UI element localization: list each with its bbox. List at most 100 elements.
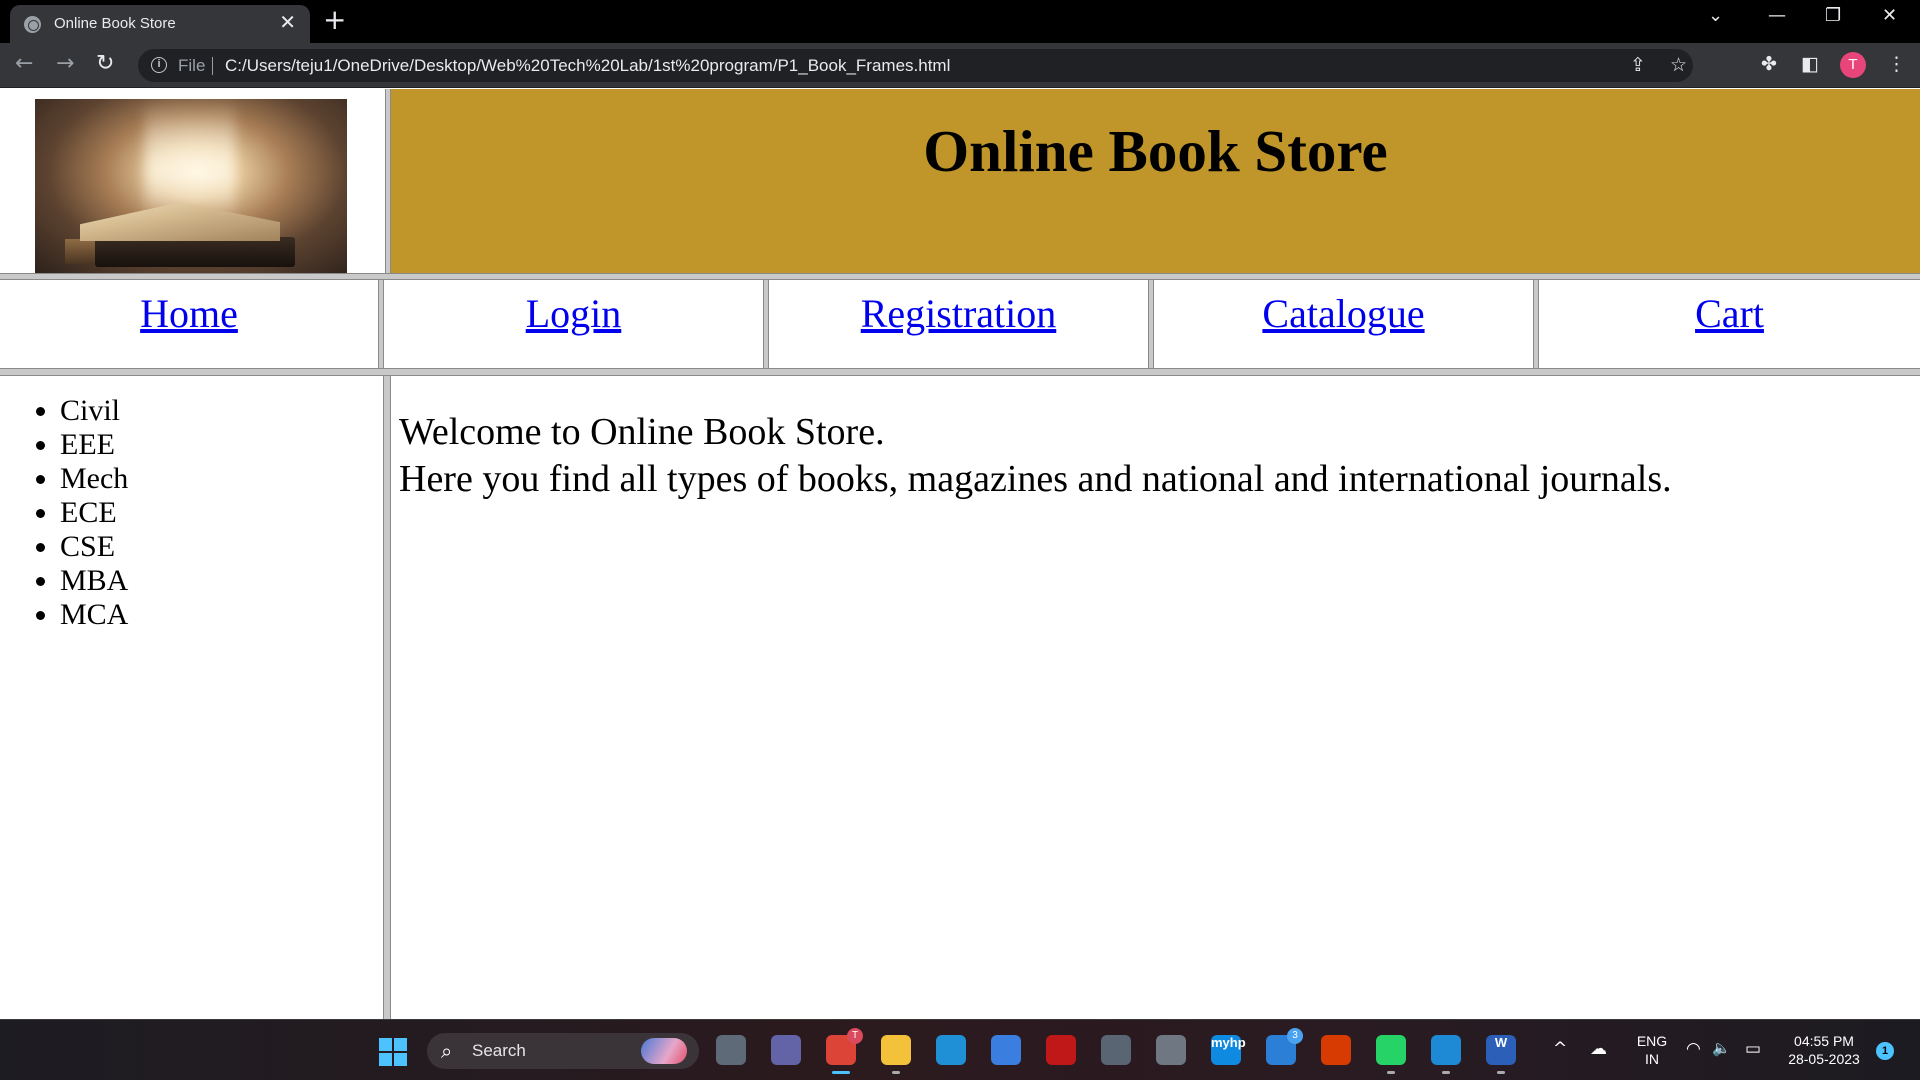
- url-separator: [212, 57, 213, 75]
- whatsapp-icon-label: [1376, 1035, 1406, 1065]
- task-view-icon-label: [716, 1035, 746, 1065]
- nav-link-cart[interactable]: Cart: [1539, 280, 1920, 337]
- running-indicator: [1387, 1071, 1395, 1074]
- search-icon: ⌕: [441, 1039, 453, 1063]
- url-scheme-label: File: [178, 56, 206, 75]
- taskbar-search-box[interactable]: ⌕ Search: [427, 1033, 699, 1069]
- open-book-image: [35, 99, 347, 273]
- branch-item-ece: ECE: [60, 496, 383, 530]
- nav-frame-cart: Cart: [1539, 280, 1920, 368]
- nav-link-login[interactable]: Login: [384, 280, 763, 337]
- reload-icon[interactable]: ↻: [96, 52, 114, 76]
- teams-chat-icon[interactable]: [771, 1035, 801, 1065]
- running-indicator: [832, 1071, 850, 1074]
- language-code: ENG: [1636, 1033, 1668, 1049]
- nav-frame-home: Home: [0, 280, 378, 368]
- close-tab-icon[interactable]: ✕: [279, 12, 296, 32]
- teams-chat-icon-label: [771, 1035, 801, 1065]
- page-viewport: Online Book Store Home Login Registratio…: [0, 89, 1920, 1019]
- myhp-icon[interactable]: myhp: [1211, 1035, 1246, 1065]
- show-hidden-icons-chevron[interactable]: ^: [1553, 1039, 1567, 1059]
- profile-avatar[interactable]: T: [1840, 52, 1866, 78]
- close-window-button[interactable]: ✕: [1882, 5, 1897, 26]
- nav-frame-registration: Registration: [769, 280, 1148, 368]
- office-icon[interactable]: [1321, 1035, 1351, 1065]
- browser-menu-icon[interactable]: ⋮: [1887, 53, 1906, 75]
- back-arrow-icon[interactable]: ←: [15, 52, 33, 76]
- welcome-heading-line: Welcome to Online Book Store.: [399, 411, 885, 453]
- whatsapp-icon[interactable]: [1376, 1035, 1406, 1074]
- settings-icon[interactable]: [1156, 1035, 1186, 1065]
- task-view-icon[interactable]: [716, 1035, 746, 1065]
- frame-divider[interactable]: [0, 368, 1920, 376]
- logo-frame: [0, 89, 385, 273]
- taskbar-clock[interactable]: 04:55 PM 28-05-2023: [1782, 1032, 1866, 1068]
- chrome-icon[interactable]: T: [826, 1028, 863, 1074]
- title-frame: Online Book Store: [391, 89, 1920, 273]
- edge-icon-label: [936, 1035, 966, 1065]
- settings-icon-label: [1156, 1035, 1186, 1065]
- minimize-button[interactable]: —: [1768, 5, 1786, 26]
- new-tab-button[interactable]: +: [323, 6, 346, 34]
- info-icon[interactable]: i: [151, 57, 167, 73]
- mcafee-icon[interactable]: [1046, 1035, 1076, 1065]
- branch-list: Civil EEE Mech ECE CSE MBA MCA: [60, 394, 383, 632]
- nav-link-catalogue[interactable]: Catalogue: [1154, 280, 1533, 337]
- url-text[interactable]: C:/Users/teju1/OneDrive/Desktop/Web%20Te…: [225, 56, 950, 76]
- chrome-badge: T: [847, 1028, 863, 1044]
- site-title: Online Book Store: [923, 118, 1388, 184]
- running-indicator: [892, 1071, 900, 1074]
- forward-arrow-icon[interactable]: →: [56, 52, 74, 76]
- clock-date: 28-05-2023: [1788, 1051, 1860, 1067]
- vscode-icon[interactable]: [1431, 1035, 1461, 1074]
- nav-frame-login: Login: [384, 280, 763, 368]
- clock-time: 04:55 PM: [1794, 1033, 1854, 1049]
- office-icon-label: [1321, 1035, 1351, 1065]
- share-icon[interactable]: ⇪: [1630, 54, 1646, 76]
- myhp-icon-label: myhp: [1211, 1035, 1246, 1050]
- notification-count-badge[interactable]: 1: [1876, 1042, 1894, 1060]
- edge-icon[interactable]: [936, 1035, 966, 1065]
- region-code: IN: [1645, 1051, 1659, 1067]
- nav-frame-catalogue: Catalogue: [1154, 280, 1533, 368]
- content-frame: Welcome to Online Book Store. Here you f…: [391, 376, 1920, 1019]
- address-bar[interactable]: i File C:/Users/teju1/OneDrive/Desktop/W…: [138, 49, 1693, 82]
- welcome-description-line: Here you find all types of books, magazi…: [399, 458, 1672, 500]
- branch-item-mech: Mech: [60, 462, 383, 496]
- nav-link-registration[interactable]: Registration: [769, 280, 1148, 337]
- input-language-indicator[interactable]: ENG IN: [1635, 1032, 1669, 1068]
- nav-link-home[interactable]: Home: [0, 280, 378, 337]
- globe-icon: [24, 16, 41, 33]
- search-label: Search: [472, 1041, 526, 1060]
- branch-item-eee: EEE: [60, 428, 383, 462]
- windows-start-icon[interactable]: [379, 1038, 407, 1066]
- side-panel-icon[interactable]: ◧: [1801, 53, 1819, 75]
- search-highlight-icon: [641, 1038, 687, 1064]
- onedrive-cloud-icon[interactable]: ☁: [1590, 1039, 1607, 1059]
- tab-title: Online Book Store: [54, 15, 176, 32]
- file-explorer-icon-label: [881, 1035, 911, 1065]
- mail-icon[interactable]: 3: [1266, 1028, 1303, 1065]
- restore-button[interactable]: ❐: [1825, 5, 1841, 26]
- mcafee-icon-label: [1046, 1035, 1076, 1065]
- wifi-icon[interactable]: ◠: [1686, 1039, 1701, 1059]
- extensions-icon[interactable]: ✤: [1761, 53, 1777, 75]
- battery-icon[interactable]: ▭: [1745, 1039, 1761, 1059]
- bookmark-star-icon[interactable]: ☆: [1670, 54, 1687, 76]
- browser-tab[interactable]: Online Book Store ✕: [10, 5, 310, 43]
- branch-item-mba: MBA: [60, 564, 383, 598]
- camera-icon[interactable]: [1101, 1035, 1131, 1065]
- frame-divider[interactable]: [383, 376, 391, 1019]
- frame-divider[interactable]: [0, 273, 1920, 280]
- mail-badge: 3: [1287, 1028, 1303, 1044]
- microsoft-store-icon[interactable]: [991, 1035, 1021, 1065]
- camera-icon-label: [1101, 1035, 1131, 1065]
- word-icon[interactable]: W: [1486, 1035, 1516, 1074]
- volume-icon[interactable]: 🔈: [1712, 1039, 1731, 1057]
- branch-list-frame: Civil EEE Mech ECE CSE MBA MCA: [0, 376, 383, 1019]
- file-explorer-icon[interactable]: [881, 1035, 911, 1074]
- tab-search-icon[interactable]: ⌄: [1708, 5, 1723, 26]
- welcome-text: Welcome to Online Book Store. Here you f…: [399, 409, 1920, 503]
- branch-item-civil: Civil: [60, 394, 383, 428]
- running-indicator: [1497, 1071, 1505, 1074]
